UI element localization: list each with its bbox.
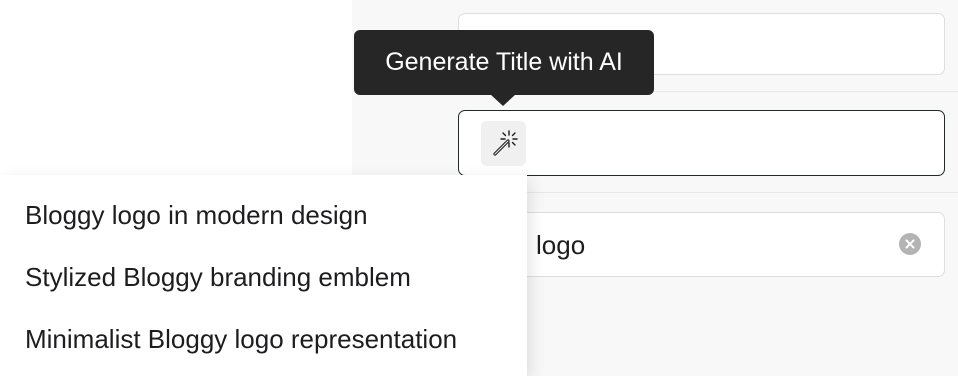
title-field[interactable] bbox=[458, 110, 945, 176]
divider bbox=[458, 192, 958, 193]
magic-wand-icon bbox=[492, 129, 518, 156]
suggestion-item[interactable]: Stylized Bloggy branding emblem bbox=[25, 260, 411, 294]
clear-circle-icon[interactable] bbox=[899, 233, 921, 255]
generate-title-ai-button[interactable] bbox=[481, 121, 526, 166]
alt-text-value[interactable]: logo bbox=[536, 228, 585, 262]
suggestion-item[interactable]: Bloggy logo in modern design bbox=[25, 198, 368, 232]
tooltip-arrow bbox=[490, 94, 516, 106]
suggestion-item[interactable]: Minimalist Bloggy logo representation bbox=[25, 322, 457, 356]
ai-tooltip: Generate Title with AI bbox=[354, 30, 654, 95]
alt-text-field[interactable] bbox=[458, 212, 945, 277]
suggestion-list: Bloggy logo in modern design Stylized Bl… bbox=[0, 175, 527, 376]
